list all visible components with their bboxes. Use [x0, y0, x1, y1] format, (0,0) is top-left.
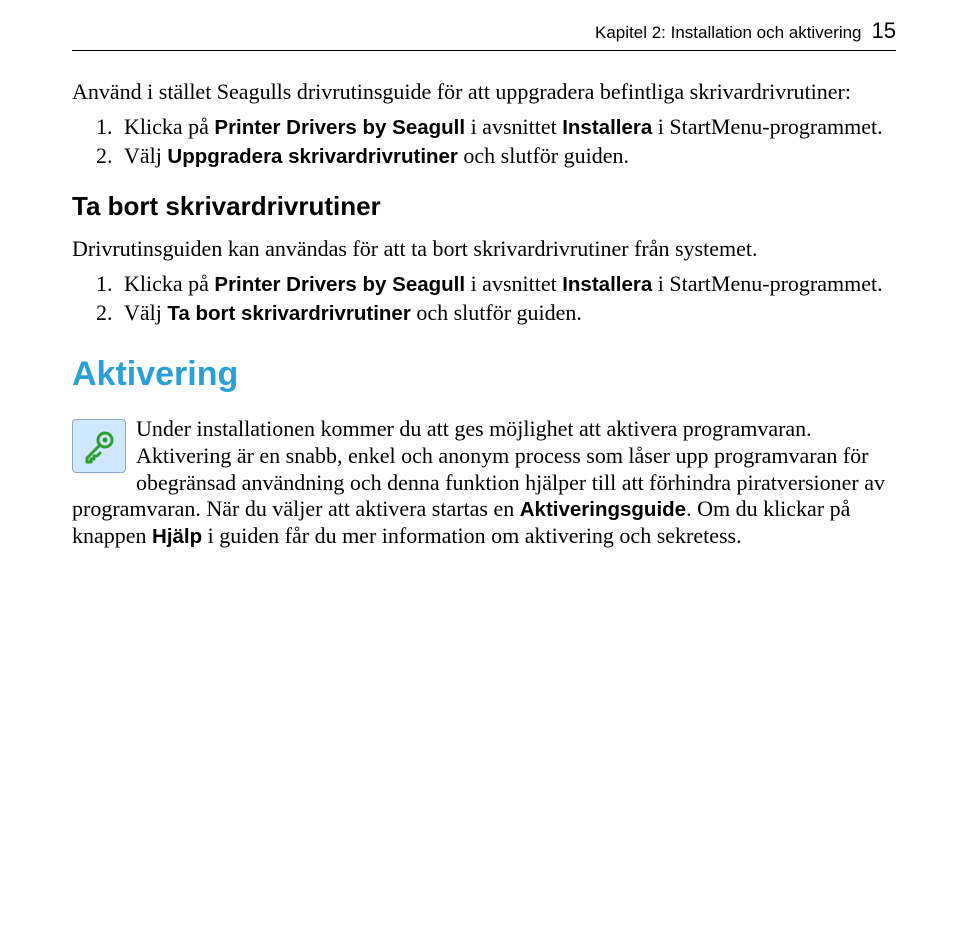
step-bold-product: Printer Drivers by Seagull [214, 273, 465, 296]
activation-text: i guiden får du mer information om aktiv… [202, 523, 741, 548]
intro-paragraph-1: Använd i stället Seagulls drivrutinsguid… [72, 79, 896, 106]
header-page-number: 15 [872, 18, 896, 44]
list-item: Välj Ta bort skrivardrivrutiner och slut… [118, 300, 896, 327]
header-rule [72, 50, 896, 51]
step-text: i avsnittet [465, 114, 562, 139]
step-text: och slutför guiden. [411, 300, 582, 325]
step-text: i avsnittet [465, 271, 562, 296]
step-text: Klicka på [124, 271, 214, 296]
section-heading-activation: Aktivering [72, 355, 896, 394]
step-bold-upgrade: Uppgradera skrivardrivrutiner [167, 145, 458, 168]
page-header: Kapitel 2: Installation och aktivering 1… [72, 18, 896, 44]
step-bold-remove: Ta bort skrivardrivrutiner [167, 302, 410, 325]
activation-bold-wizard: Aktiveringsguide [520, 498, 686, 521]
step-text: Klicka på [124, 114, 214, 139]
step-text: i StartMenu-programmet. [652, 114, 882, 139]
list-item: Klicka på Printer Drivers by Seagull i a… [118, 271, 896, 298]
header-chapter-title: Kapitel 2: Installation och aktivering [595, 23, 862, 43]
step-text: Välj [124, 300, 167, 325]
section-heading-remove-drivers: Ta bort skrivardrivrutiner [72, 191, 896, 222]
intro-paragraph-2: Drivrutinsguiden kan användas för att ta… [72, 236, 896, 263]
step-bold-install: Installera [562, 273, 652, 296]
step-bold-product: Printer Drivers by Seagull [214, 116, 465, 139]
step-bold-install: Installera [562, 116, 652, 139]
step-text: i StartMenu-programmet. [652, 271, 882, 296]
activation-note-block: Under installationen kommer du att ges m… [72, 416, 896, 550]
list-item: Klicka på Printer Drivers by Seagull i a… [118, 114, 896, 141]
step-text: och slutför guiden. [458, 143, 629, 168]
activation-bold-help: Hjälp [152, 525, 202, 548]
list-item: Välj Uppgradera skrivardrivrutiner och s… [118, 143, 896, 170]
upgrade-steps-list: Klicka på Printer Drivers by Seagull i a… [72, 114, 896, 170]
key-icon [72, 419, 126, 473]
step-text: Välj [124, 143, 167, 168]
remove-steps-list: Klicka på Printer Drivers by Seagull i a… [72, 271, 896, 327]
